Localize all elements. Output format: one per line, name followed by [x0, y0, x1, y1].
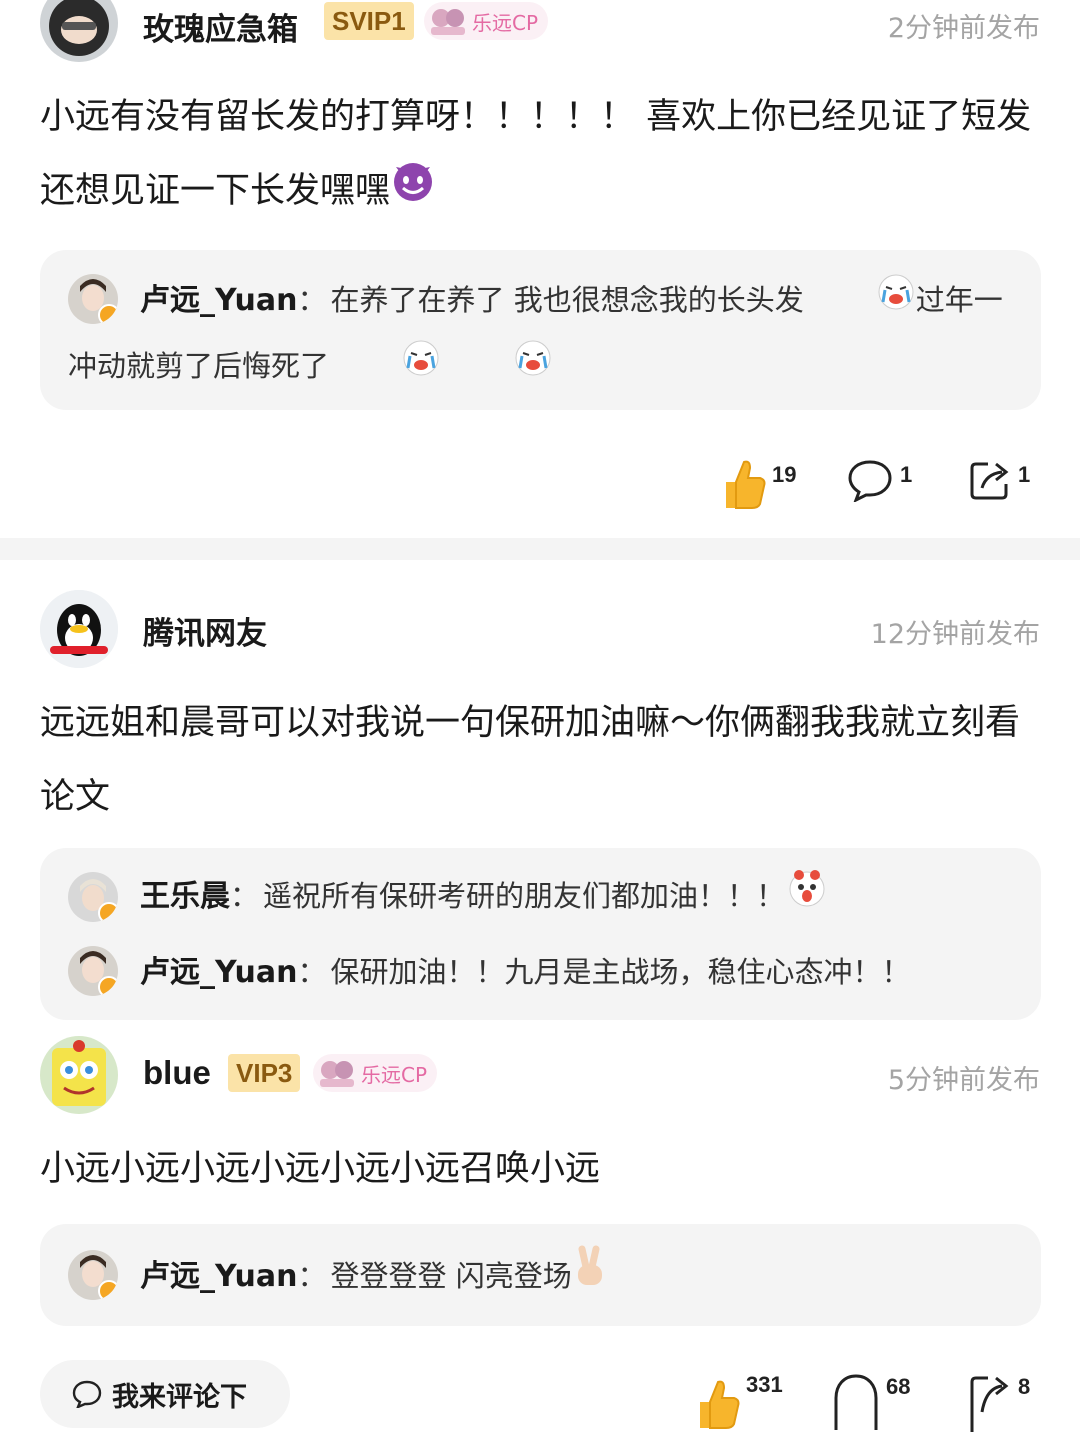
reply-thread-1[interactable]: 卢远_Yuan： 在养了在养了 我也很想念我的长头发 过年一冲动就剪了后悔死了 — [40, 250, 1041, 410]
reply-1: 卢远_Yuan： 在养了在养了 我也很想念我的长头发 过年一冲动就剪了后悔死了 — [68, 268, 1018, 400]
verified-icon — [98, 1280, 118, 1300]
like-count-1: 19 — [772, 462, 797, 487]
cp-avatar-icon — [431, 9, 465, 35]
avatar-user-3[interactable] — [40, 1036, 118, 1114]
reply-thread-2[interactable]: 王乐晨： 遥祝所有保研考研的朋友们都加油！！！ 卢远_Yuan： 保研加油！！九月是… — [40, 848, 1041, 1020]
crying-emoji-icon — [804, 270, 916, 334]
post-time-3: 5分钟前发布 — [887, 1065, 1040, 1096]
cp-label: 乐远CP — [361, 1062, 428, 1087]
username-1[interactable]: 玫瑰应急箱 — [143, 4, 298, 49]
write-comment-label: 我来评论下 — [112, 1381, 247, 1413]
comment-bubble-icon — [834, 1374, 878, 1430]
share-icon — [970, 462, 1009, 500]
devil-emoji-icon — [390, 155, 436, 229]
crying-emoji-icon — [329, 336, 441, 400]
comment-text-1: 小远有没有留长发的打算呀！！！！！ 喜欢上你已经见证了短发 还想见证一下长发嘿嘿 — [40, 80, 1040, 229]
share-count-footer: 8 — [1018, 1374, 1031, 1399]
reply-2a: 王乐晨： 遥祝所有保研考研的朋友们都加油！！！ — [140, 864, 1020, 931]
surprised-emoji-icon — [785, 865, 829, 931]
vip-badge-3: VIP3 — [228, 1054, 301, 1092]
reply-avatar[interactable] — [68, 946, 118, 996]
cp-avatar-icon — [320, 1061, 354, 1087]
section-divider — [0, 538, 1080, 560]
comment-text-2: 远远姐和晨哥可以对我说一句保研加油嘛～你俩翻我我就立刻看论文 — [40, 703, 1021, 817]
reply-button-1[interactable]: 1 — [846, 458, 912, 502]
reply-author[interactable]: 卢远_Yuan — [140, 955, 298, 990]
reply-avatar[interactable] — [68, 1250, 118, 1300]
like-count-footer: 331 — [746, 1372, 783, 1397]
vip-badge-1: SVIP1 — [324, 2, 414, 40]
victory-hand-emoji-icon — [572, 1245, 608, 1311]
username-3[interactable]: blue — [143, 1054, 211, 1092]
verified-icon — [98, 976, 118, 996]
cp-badge-3[interactable]: 乐远CP — [313, 1054, 438, 1092]
share-button-footer[interactable]: 8 — [968, 1372, 1030, 1432]
comment-bubble-icon — [848, 460, 892, 502]
reply-count-1: 1 — [900, 462, 913, 487]
verified-icon — [98, 902, 118, 922]
comment-text-3: 小远小远小远小远小远小远召唤小远 — [40, 1149, 601, 1189]
comment-count-footer[interactable]: 68 — [832, 1372, 910, 1432]
thumbs-up-icon — [726, 460, 766, 509]
like-button-footer[interactable]: 331 — [692, 1372, 783, 1430]
thumbs-up-icon — [700, 1380, 740, 1429]
username-2[interactable]: 腾讯网友 — [143, 608, 267, 653]
avatar-user-2[interactable] — [40, 590, 118, 668]
reply-2b: 卢远_Yuan： 保研加油！！九月是主战场，稳住心态冲！！ — [140, 955, 911, 990]
comment-bubble-icon — [72, 1380, 102, 1408]
crying-emoji-icon — [441, 336, 553, 400]
post-time-1: 2分钟前发布 — [887, 13, 1040, 44]
reply-3: 卢远_Yuan： 登登登登 闪亮登场 — [140, 1244, 1020, 1311]
share-icon — [970, 1376, 1009, 1432]
comments-count-footer: 68 — [886, 1374, 911, 1399]
reply-avatar[interactable] — [68, 872, 118, 922]
write-comment-button[interactable]: 我来评论下 — [40, 1360, 290, 1428]
share-count-1: 1 — [1018, 462, 1031, 487]
cp-badge-1[interactable]: 乐远CP — [424, 2, 549, 40]
reply-author[interactable]: 卢远_Yuan — [140, 283, 298, 318]
share-button-1[interactable]: 1 — [968, 458, 1030, 502]
reply-author[interactable]: 卢远_Yuan — [140, 1259, 298, 1294]
reply-thread-3[interactable]: 卢远_Yuan： 登登登登 闪亮登场 — [40, 1224, 1041, 1326]
post-time-2: 12分钟前发布 — [870, 619, 1040, 650]
cp-label: 乐远CP — [472, 10, 539, 35]
avatar-user-1[interactable] — [40, 0, 118, 62]
like-button-1[interactable]: 19 — [718, 456, 796, 510]
reply-author[interactable]: 王乐晨 — [140, 879, 230, 914]
